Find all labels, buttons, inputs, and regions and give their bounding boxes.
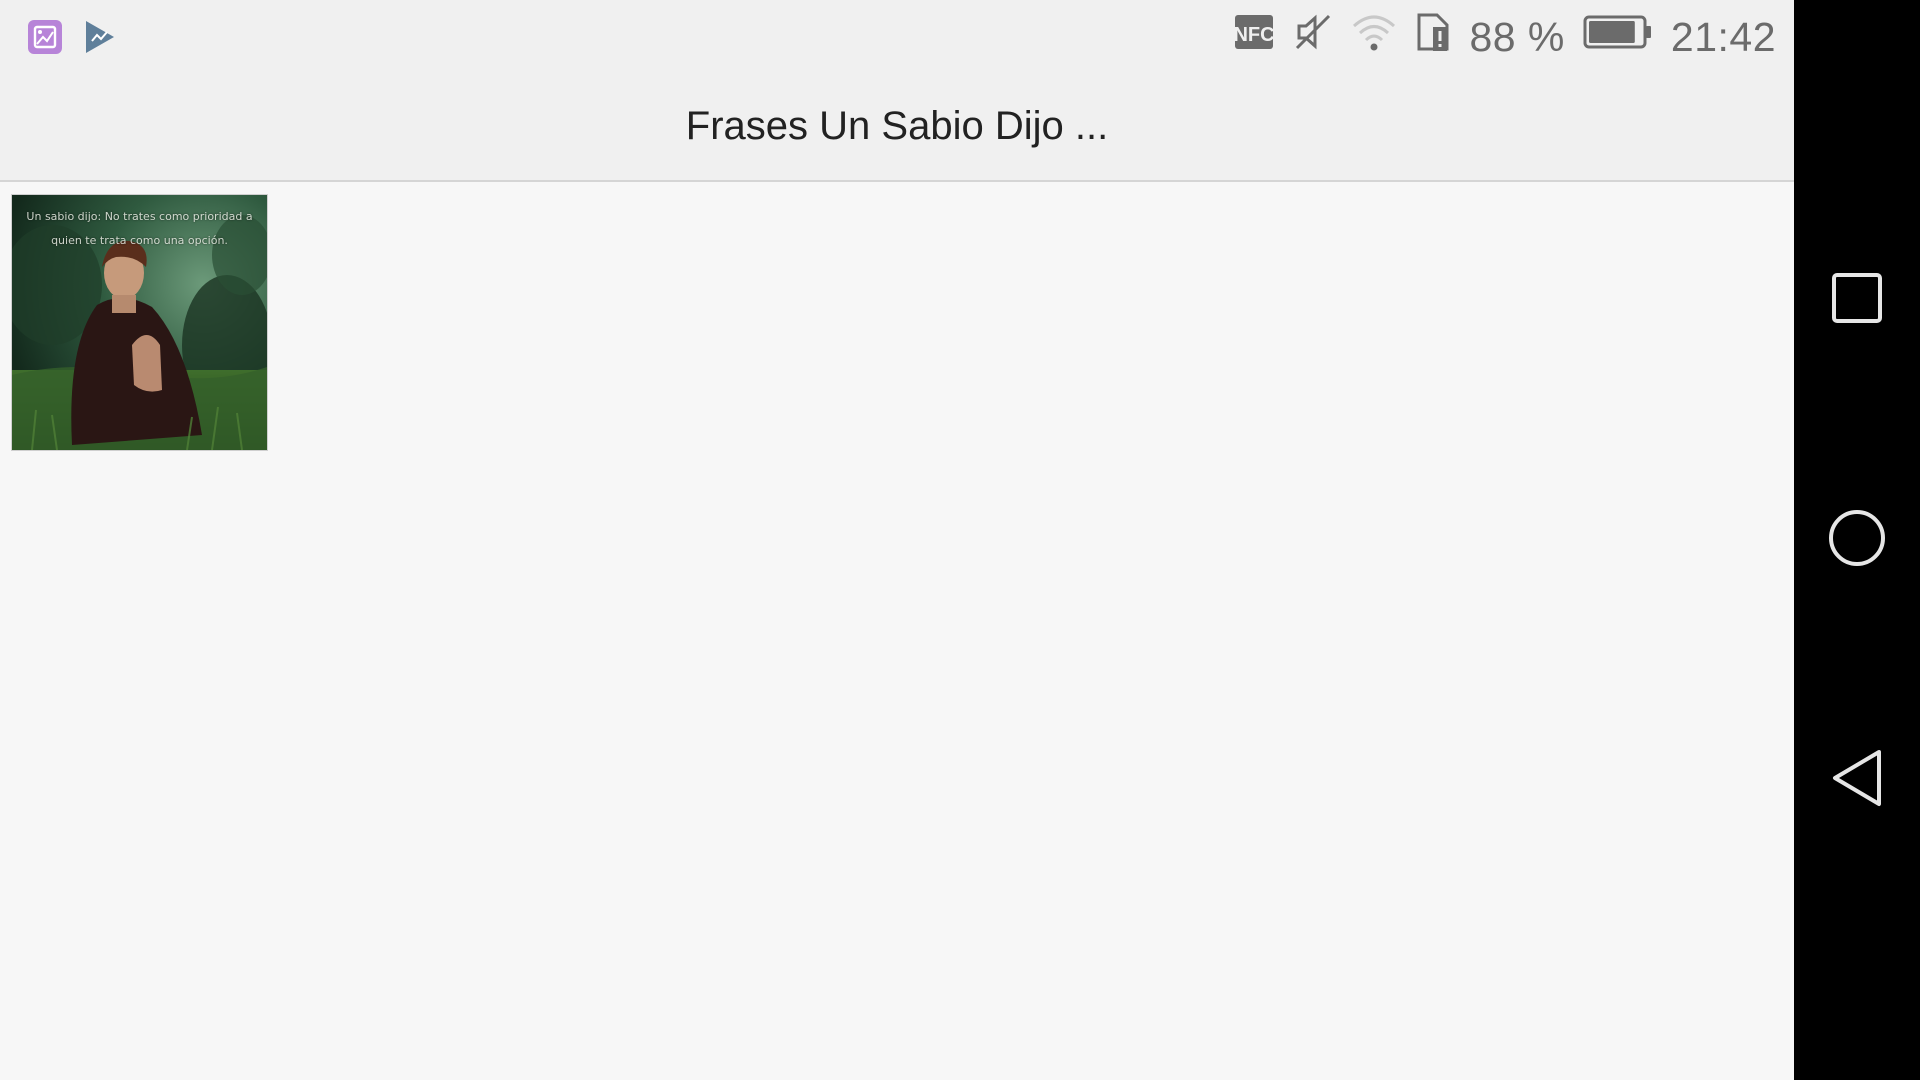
image-grid: Un sabio dijo: No trates como prioridad … <box>12 195 267 450</box>
page-title: Frases Un Sabio Dijo ... <box>685 104 1109 148</box>
system-status-icons: NFC 88 % 21:42 <box>1233 10 1776 64</box>
back-triangle-icon <box>1829 748 1885 813</box>
image-thumbnail[interactable]: Un sabio dijo: No trates como prioridad … <box>12 195 267 450</box>
wifi-icon <box>1351 12 1397 62</box>
recents-button[interactable] <box>1822 265 1892 335</box>
navigation-bar <box>1794 0 1920 1080</box>
mute-icon <box>1293 12 1333 62</box>
app-screen: NFC 88 % 21:42 Frases Un Sabio Dijo ... … <box>0 0 1794 1080</box>
battery-icon <box>1583 14 1653 60</box>
thumbnail-caption: Un sabio dijo: No trates como prioridad … <box>26 210 253 247</box>
notification-icons <box>26 18 118 61</box>
status-bar: NFC 88 % 21:42 <box>0 0 1794 74</box>
svg-text:NFC: NFC <box>1234 24 1275 46</box>
square-icon <box>1831 272 1883 329</box>
nfc-icon: NFC <box>1233 13 1275 61</box>
sim-alert-icon <box>1415 11 1451 63</box>
home-button[interactable] <box>1822 505 1892 575</box>
gallery-notification-icon <box>26 18 64 61</box>
battery-percentage: 88 % <box>1469 13 1565 60</box>
clock: 21:42 <box>1670 13 1776 60</box>
circle-icon <box>1827 508 1887 573</box>
app-bar: Frases Un Sabio Dijo ... <box>0 74 1794 182</box>
back-button[interactable] <box>1822 745 1892 815</box>
play-store-notification-icon <box>82 19 118 60</box>
